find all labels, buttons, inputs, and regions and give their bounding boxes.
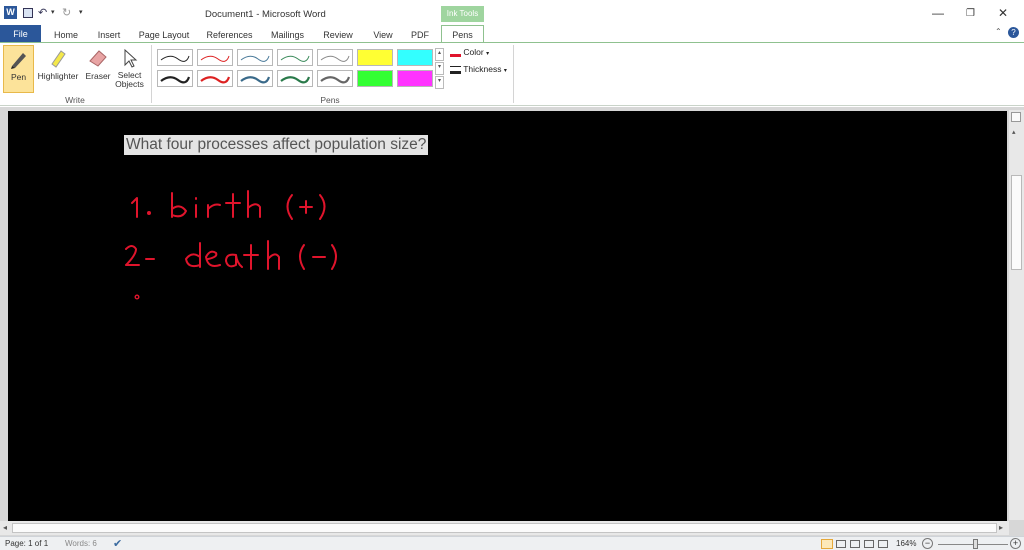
select-objects-button[interactable]: Select Objects	[113, 45, 146, 93]
eraser-icon	[89, 50, 107, 67]
undo-icon[interactable]: ↶	[38, 6, 47, 19]
ribbon-collapse-icon[interactable]: ⌃	[995, 27, 1002, 36]
ribbon-tabs: File Home Insert Page Layout References …	[0, 22, 1024, 43]
pen-swatch[interactable]	[277, 49, 313, 66]
ink-line-death	[125, 240, 337, 270]
save-icon[interactable]	[23, 8, 33, 18]
select-objects-label-2: Objects	[115, 79, 144, 89]
scroll-right-icon[interactable]: ▸	[999, 523, 1003, 532]
question-text: What four processes affect population si…	[124, 135, 429, 155]
pen-stroke-icon	[320, 76, 351, 84]
pen-label: Pen	[10, 72, 27, 82]
highlighter-swatch[interactable]	[397, 70, 433, 87]
help-icon[interactable]: ?	[1008, 27, 1019, 38]
scroll-thumb[interactable]	[1011, 175, 1022, 270]
eraser-button[interactable]: Eraser	[84, 45, 112, 93]
cursor-icon	[124, 48, 137, 68]
proofing-icon[interactable]: ✔	[113, 537, 122, 550]
pen-swatch[interactable]	[317, 70, 353, 87]
word-app-icon[interactable]: W	[4, 6, 17, 19]
word-count[interactable]: Words: 6	[65, 539, 97, 548]
pen-stroke-icon	[240, 55, 270, 62]
write-group-label: Write	[65, 95, 85, 105]
pen-stroke-icon	[200, 55, 230, 62]
minimize-icon[interactable]: —	[932, 6, 944, 20]
chevron-down-icon: ▾	[486, 51, 490, 57]
gallery-scroll-up-icon[interactable]: ▴	[435, 48, 444, 61]
highlighter-swatch[interactable]	[397, 49, 433, 66]
print-layout-view-icon[interactable]	[821, 539, 833, 549]
highlighter-swatch[interactable]	[357, 49, 393, 66]
close-icon[interactable]: ✕	[998, 6, 1008, 20]
pen-stroke-icon	[200, 76, 231, 84]
highlighter-swatch[interactable]	[357, 70, 393, 87]
ink-annotations	[125, 190, 337, 300]
pen-stroke-icon	[160, 76, 191, 84]
restore-icon[interactable]: ❐	[966, 8, 975, 19]
pen-color-icon	[450, 48, 461, 58]
undo-dropdown-icon[interactable]: ▾	[51, 8, 55, 16]
color-label: Color	[463, 47, 484, 57]
zoom-level[interactable]: 164%	[896, 539, 916, 548]
pen-stroke-icon	[280, 76, 311, 84]
pen-swatch[interactable]	[197, 49, 233, 66]
ribbon: Pen Highlighter Eraser Select Objects Wr…	[0, 42, 1024, 106]
zoom-in-icon[interactable]: +	[1010, 538, 1021, 549]
status-bar: Page: 1 of 1 Words: 6 ✔ 164% − +	[0, 536, 1024, 550]
pen-swatch[interactable]	[157, 49, 193, 66]
ruler-toggle-icon[interactable]	[1011, 112, 1021, 122]
pen-icon	[10, 53, 26, 69]
thickness-button[interactable]: Thickness ▾	[450, 64, 507, 78]
pen-swatch[interactable]	[157, 70, 193, 87]
color-button[interactable]: Color ▾	[450, 47, 489, 61]
contextual-tab-group-label: Ink Tools	[441, 6, 484, 22]
pen-swatch[interactable]	[237, 49, 273, 66]
highlighter-button[interactable]: Highlighter	[36, 45, 80, 93]
thickness-icon	[450, 65, 461, 74]
pen-stroke-icon	[240, 76, 271, 84]
pen-swatch[interactable]	[277, 70, 313, 87]
horizontal-scroll-thumb[interactable]	[12, 523, 997, 533]
window-title: Document1 - Microsoft Word	[205, 9, 326, 20]
pen-stroke-icon	[280, 55, 310, 62]
highlighter-icon	[51, 50, 66, 68]
document-page[interactable]: What four processes affect population si…	[8, 111, 1007, 521]
highlighter-label: Highlighter	[37, 71, 79, 81]
full-screen-reading-view-icon[interactable]	[836, 540, 846, 548]
customize-qat-icon[interactable]: ▾	[79, 8, 83, 16]
horizontal-scrollbar[interactable]: ◂ ▸	[0, 521, 1009, 535]
scroll-left-icon[interactable]: ◂	[3, 523, 7, 532]
redo-icon[interactable]: ↻	[62, 6, 71, 19]
pens-group-label: Pens	[320, 95, 340, 105]
thickness-label: Thickness	[463, 64, 502, 74]
tab-file[interactable]: File	[0, 25, 41, 43]
eraser-label: Eraser	[85, 71, 111, 81]
zoom-out-icon[interactable]: −	[922, 538, 933, 549]
ink-line-birth	[131, 190, 326, 220]
pen-button[interactable]: Pen	[3, 45, 34, 93]
pen-swatch[interactable]	[317, 49, 353, 66]
vertical-scrollbar[interactable]: ▴	[1009, 110, 1024, 520]
zoom-slider-thumb[interactable]	[973, 539, 978, 549]
pen-stroke-icon	[160, 55, 190, 62]
pen-stroke-icon	[320, 55, 350, 62]
chevron-down-icon: ▾	[503, 68, 507, 74]
tab-pens[interactable]: Pens	[441, 25, 484, 43]
group-separator	[151, 45, 152, 103]
ink-dot	[134, 294, 140, 300]
draft-view-icon[interactable]	[878, 540, 888, 548]
outline-view-icon[interactable]	[864, 540, 874, 548]
scroll-up-icon[interactable]: ▴	[1012, 128, 1016, 136]
pen-swatch[interactable]	[197, 70, 233, 87]
group-separator	[513, 45, 514, 103]
gallery-scroll-down-icon[interactable]: ▾	[435, 62, 444, 75]
pen-swatch[interactable]	[237, 70, 273, 87]
web-layout-view-icon[interactable]	[850, 540, 860, 548]
gallery-more-icon[interactable]: ▾	[435, 76, 444, 89]
page-count[interactable]: Page: 1 of 1	[5, 539, 48, 548]
